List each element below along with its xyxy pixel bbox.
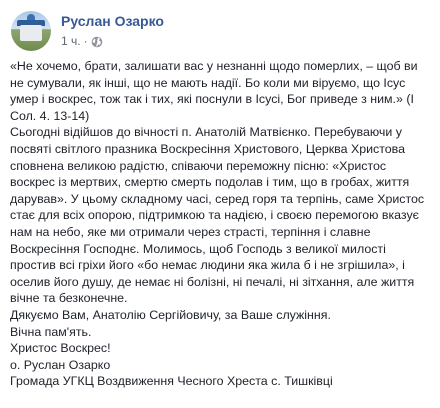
avatar-church — [20, 25, 42, 41]
post-meta: 1 ч. · — [61, 33, 103, 49]
post-paragraph-memory: Вічна пам'ять. — [10, 324, 92, 339]
post-paragraph-greeting: Христос Воскрес! — [10, 341, 111, 356]
meta-separator: · — [83, 34, 88, 48]
post-timestamp[interactable]: 1 ч. — [61, 33, 81, 49]
post-paragraph-signature: о. Руслан Озарко — [10, 357, 111, 372]
post-text: «Не хочемо, брати, залишати вас у незнан… — [10, 58, 434, 390]
post-paragraph-thanks: Дякуємо Вам, Анатолію Сергійовичу, за Ва… — [10, 307, 331, 322]
avatar[interactable] — [11, 11, 51, 51]
post-header: Руслан Озарко 1 ч. · — [11, 11, 431, 51]
globe-icon[interactable] — [91, 35, 103, 48]
post-paragraph-main: Сьогодні відійшов до вічності п. Анатолі… — [10, 125, 425, 306]
post-paragraph-quote: «Не хочемо, брати, залишати вас у незнан… — [10, 59, 418, 123]
post-paragraph-community: Громада УГКЦ Воздвиження Чесного Хреста … — [10, 374, 333, 389]
author-name[interactable]: Руслан Озарко — [61, 12, 164, 30]
